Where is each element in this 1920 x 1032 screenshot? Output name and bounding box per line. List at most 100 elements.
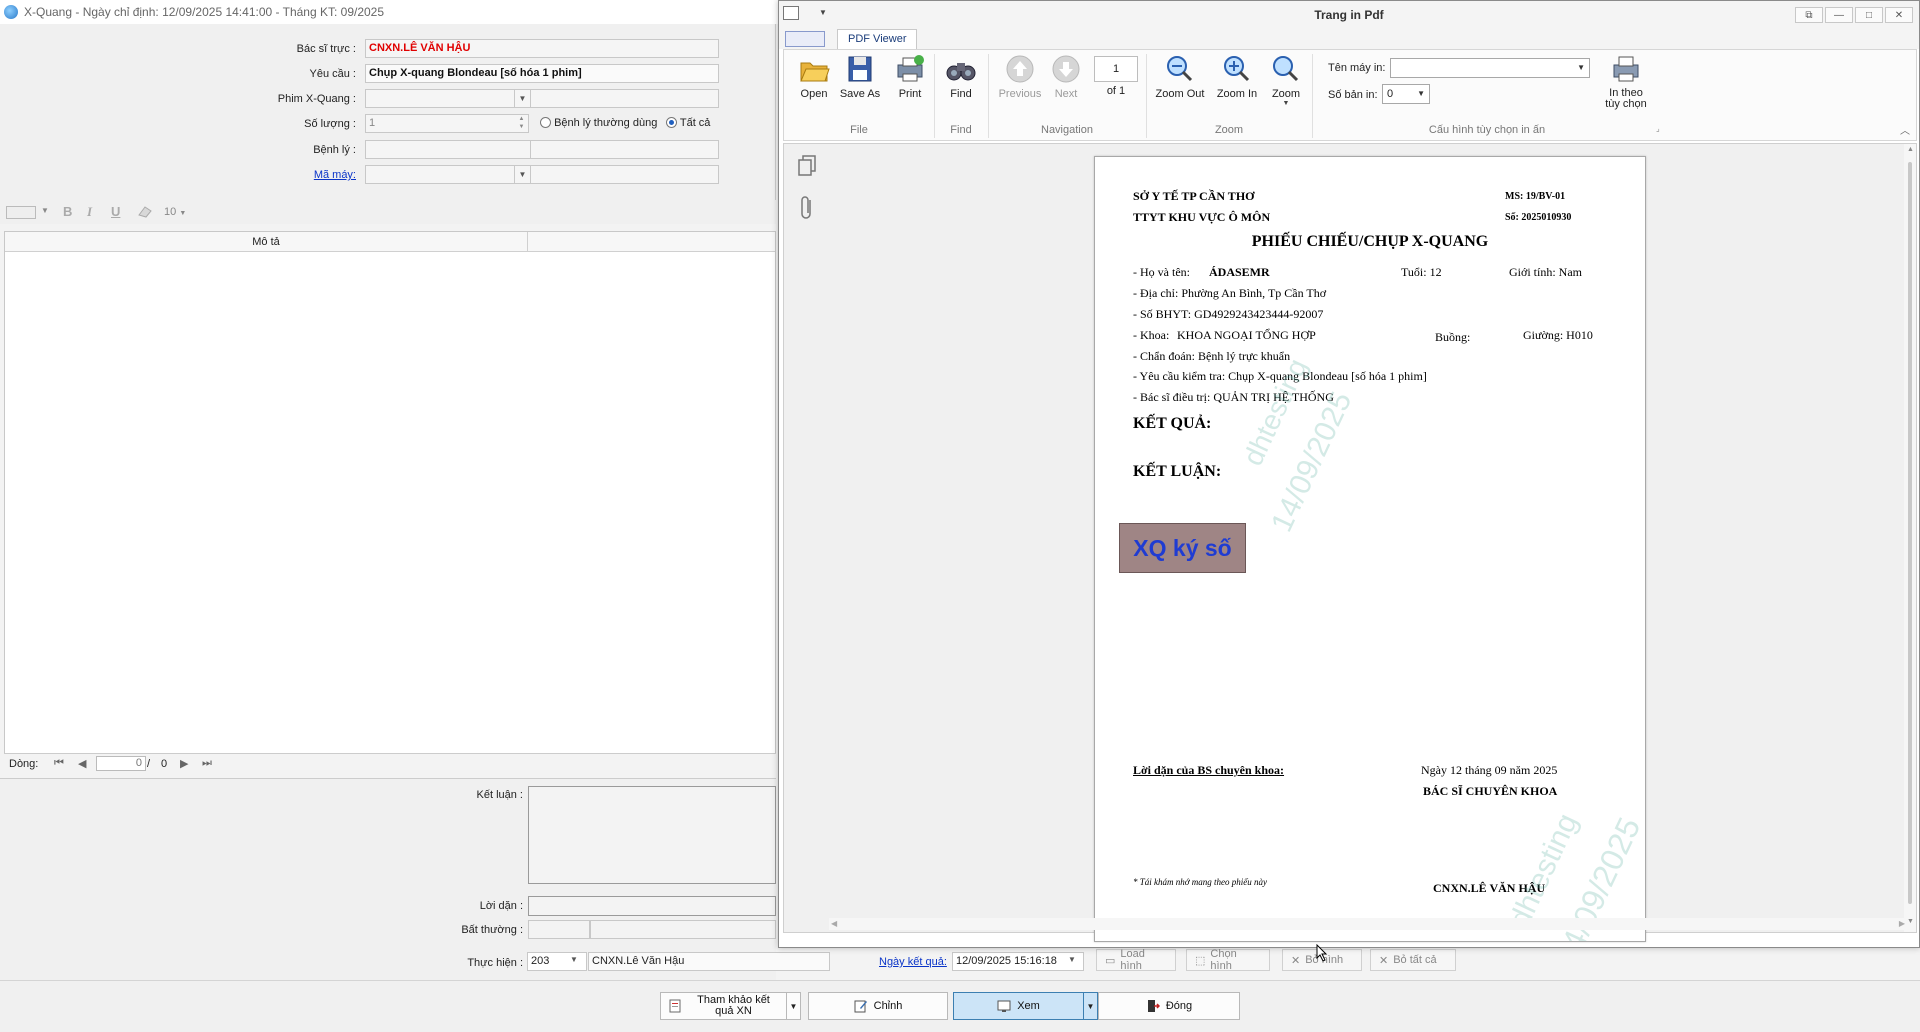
- xem-button[interactable]: Xem: [953, 992, 1084, 1020]
- first-record-icon[interactable]: ⏮: [54, 757, 64, 770]
- tham-khao-ket-qua-button[interactable]: Tham khảo kết quả XN: [660, 992, 787, 1020]
- chinh-button[interactable]: Chỉnh: [808, 992, 948, 1020]
- zoom-out-button[interactable]: Zoom Out: [1152, 54, 1208, 100]
- doc-gender: Giới tính: Nam: [1509, 265, 1583, 279]
- doc-patient-name-label: - Họ và tên:: [1133, 265, 1190, 279]
- next-label: Next: [1054, 88, 1078, 100]
- bac-si-truc-field[interactable]: CNXN.LÊ VĂN HẬU: [365, 39, 719, 58]
- in-theo-tuy-chon-button[interactable]: In theo tùy chọn: [1596, 54, 1656, 110]
- chevron-down-icon[interactable]: ▼: [514, 90, 530, 107]
- italic-button[interactable]: I: [87, 204, 92, 220]
- tab-pdf-viewer[interactable]: PDF Viewer: [837, 29, 918, 49]
- scroll-up-icon[interactable]: ▲: [1907, 146, 1914, 153]
- font-color-picker[interactable]: [6, 206, 36, 219]
- chon-hinh-button[interactable]: ⬚ Chọn hình: [1186, 948, 1270, 972]
- last-record-icon[interactable]: ⏭: [202, 757, 212, 770]
- chevron-down-icon[interactable]: ▼: [1262, 100, 1310, 107]
- thuc-hien-code-combo[interactable]: 203: [527, 952, 587, 971]
- chevron-down-icon[interactable]: ▼: [179, 210, 186, 217]
- vertical-scrollbar[interactable]: ▲ ▼: [1904, 144, 1916, 932]
- scroll-left-icon[interactable]: ◀: [831, 919, 837, 928]
- load-hinh-button[interactable]: ▭ Load hình: [1096, 948, 1176, 972]
- phim-xquang-combo[interactable]: ▼: [365, 89, 531, 108]
- pdf-page: SỞ Y TẾ TP CẦN THƠ TTYT KHU VỰC Ô MÔN MS…: [1094, 156, 1646, 942]
- minimize-icon[interactable]: —: [1825, 7, 1853, 23]
- attachment-icon[interactable]: [798, 194, 816, 225]
- next-record-icon[interactable]: ▶: [180, 757, 188, 770]
- doc-org-line-1: SỞ Y TẾ TP CẦN THƠ: [1133, 189, 1255, 203]
- font-size-value: 10: [164, 206, 177, 218]
- phim-xquang-name-field: [530, 89, 719, 108]
- find-button[interactable]: Find: [937, 54, 985, 100]
- bat-thuong-code-field[interactable]: [528, 920, 590, 939]
- zoom-in-button[interactable]: Zoom In: [1210, 54, 1264, 100]
- chevron-down-icon[interactable]: ▼: [514, 166, 530, 183]
- yeu-cau-field[interactable]: Chụp X-quang Blondeau [số hóa 1 phim]: [365, 64, 719, 83]
- print-button[interactable]: Print: [886, 54, 934, 100]
- column-header-mo-ta[interactable]: Mô tả: [5, 232, 528, 252]
- load-hinh-label: Load hình: [1120, 948, 1145, 972]
- font-size-select[interactable]: 10 ▼: [164, 206, 186, 218]
- scroll-down-icon[interactable]: ▼: [1907, 918, 1914, 925]
- chevron-down-icon[interactable]: ▼: [570, 955, 578, 964]
- bold-button[interactable]: B: [63, 204, 72, 219]
- previous-button[interactable]: Previous: [992, 54, 1048, 100]
- dong-button[interactable]: Đóng: [1098, 992, 1240, 1020]
- description-grid[interactable]: Mô tả: [4, 231, 776, 757]
- pdf-document-viewer[interactable]: SỞ Y TẾ TP CẦN THƠ TTYT KHU VỰC Ô MÔN MS…: [783, 143, 1917, 942]
- chevron-down-icon[interactable]: ▼: [1068, 955, 1076, 964]
- bo-tat-ca-button[interactable]: ✕ Bỏ tất cả: [1370, 949, 1456, 971]
- radio-unchecked-icon[interactable]: [540, 117, 551, 128]
- xem-dropdown-arrow[interactable]: ▼: [1084, 992, 1098, 1020]
- radio-tat-ca[interactable]: Tất cả: [666, 117, 710, 129]
- collapse-ribbon-icon[interactable]: ︿: [1900, 122, 1910, 137]
- copies-select[interactable]: 0 ▼: [1382, 84, 1430, 104]
- radio-checked-icon[interactable]: [666, 117, 677, 128]
- spinner-arrows-icon[interactable]: ▲ ▼: [515, 115, 528, 132]
- app-menu-icon[interactable]: [785, 31, 825, 47]
- ngay-ket-qua-link[interactable]: Ngày kết quả:: [879, 956, 947, 968]
- doc-department-label: - Khoa:: [1133, 328, 1170, 342]
- save-as-label: Save As: [839, 88, 881, 100]
- doc-advice-heading: Lời dặn của BS chuyên khoa:: [1133, 763, 1285, 777]
- record-index-input[interactable]: 0: [96, 756, 146, 771]
- maximize-icon[interactable]: □: [1855, 7, 1883, 23]
- loi-dan-field[interactable]: [528, 896, 776, 916]
- printer-name-select[interactable]: ▼: [1390, 58, 1590, 78]
- prev-record-icon[interactable]: ◀: [78, 757, 86, 770]
- restore-icon[interactable]: ⧉: [1795, 7, 1823, 23]
- chevron-down-icon[interactable]: ▼: [1417, 89, 1425, 98]
- eraser-icon[interactable]: [137, 205, 153, 218]
- vertical-scroll-thumb[interactable]: [1908, 162, 1912, 904]
- chevron-down-icon[interactable]: ▼: [1577, 63, 1585, 72]
- horizontal-scrollbar[interactable]: ◀ ▶: [829, 918, 1907, 930]
- doc-room: Buồng:: [1435, 330, 1471, 344]
- floppy-disk-icon: [844, 54, 876, 84]
- navigator-label: Dòng:: [9, 758, 39, 770]
- zoom-button[interactable]: Zoom ▼: [1262, 54, 1310, 107]
- pages-thumbnail-icon[interactable]: [796, 154, 818, 181]
- ngay-ket-qua-datetime[interactable]: 12/09/2025 15:16:18: [952, 952, 1084, 971]
- next-button[interactable]: Next: [1042, 54, 1090, 100]
- dialog-launcher-icon[interactable]: ⌟: [1656, 124, 1660, 133]
- tham-khao-label: Tham khảo kết quả XN: [697, 994, 770, 1017]
- save-as-button[interactable]: Save As: [834, 54, 886, 100]
- close-icon[interactable]: ✕: [1885, 7, 1913, 23]
- so-luong-spinner[interactable]: 1: [365, 114, 529, 133]
- ma-may-link[interactable]: Mã máy:: [216, 169, 356, 181]
- chinh-label: Chỉnh: [873, 1000, 903, 1012]
- open-button[interactable]: Open: [790, 54, 838, 100]
- ma-may-combo[interactable]: ▼: [365, 165, 531, 184]
- exit-icon: [1146, 999, 1160, 1013]
- chevron-down-icon[interactable]: ▼: [41, 206, 49, 215]
- benh-ly-code-field[interactable]: [365, 140, 531, 159]
- scroll-right-icon[interactable]: ▶: [1899, 919, 1905, 928]
- ket-luan-textarea[interactable]: [528, 786, 776, 884]
- radio-benh-ly-thuong-dung[interactable]: Bệnh lý thường dùng: [540, 117, 657, 129]
- doc-patient-name: ÁDASEMR: [1209, 265, 1270, 279]
- benh-ly-name-field: [530, 140, 719, 159]
- page-number-input[interactable]: 1: [1094, 56, 1138, 82]
- pdf-ribbon: Open Save As Print File Find Find Previo…: [783, 49, 1917, 141]
- tham-khao-dropdown-arrow[interactable]: ▼: [787, 992, 801, 1020]
- underline-button[interactable]: U: [111, 204, 120, 219]
